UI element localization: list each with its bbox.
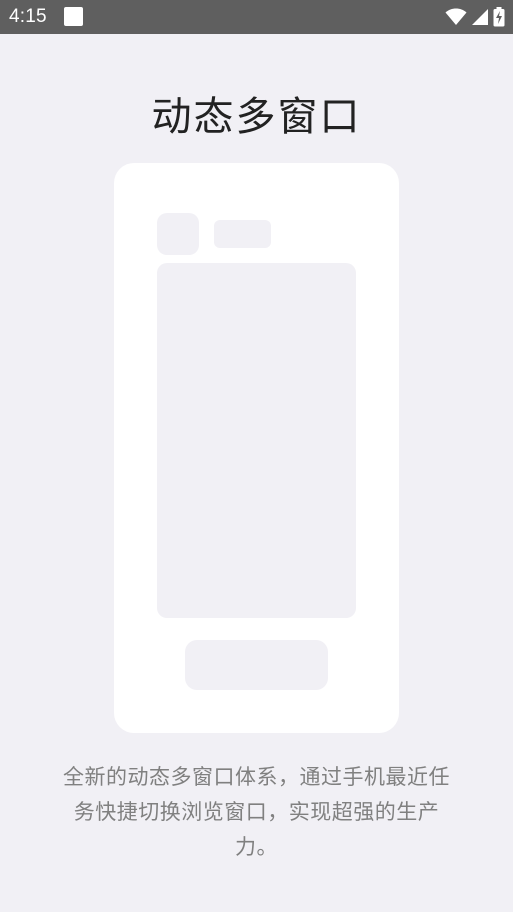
cellular-signal-icon	[472, 9, 488, 25]
mock-title-placeholder	[214, 220, 271, 248]
phone-illustration	[114, 163, 399, 733]
wifi-icon	[445, 8, 467, 25]
feature-description: 全新的动态多窗口体系，通过手机最近任务快捷切换浏览窗口，实现超强的生产力。	[63, 765, 450, 859]
mock-button-placeholder	[185, 640, 328, 690]
status-icons	[445, 7, 505, 27]
notification-square-icon	[64, 7, 83, 26]
mock-content-placeholder	[157, 263, 356, 618]
status-bar: 4:15	[0, 0, 513, 34]
mock-avatar-placeholder	[157, 213, 199, 255]
page-title: 动态多窗口	[151, 94, 362, 140]
battery-charging-icon	[493, 7, 505, 27]
status-time: 4:15	[9, 6, 47, 27]
